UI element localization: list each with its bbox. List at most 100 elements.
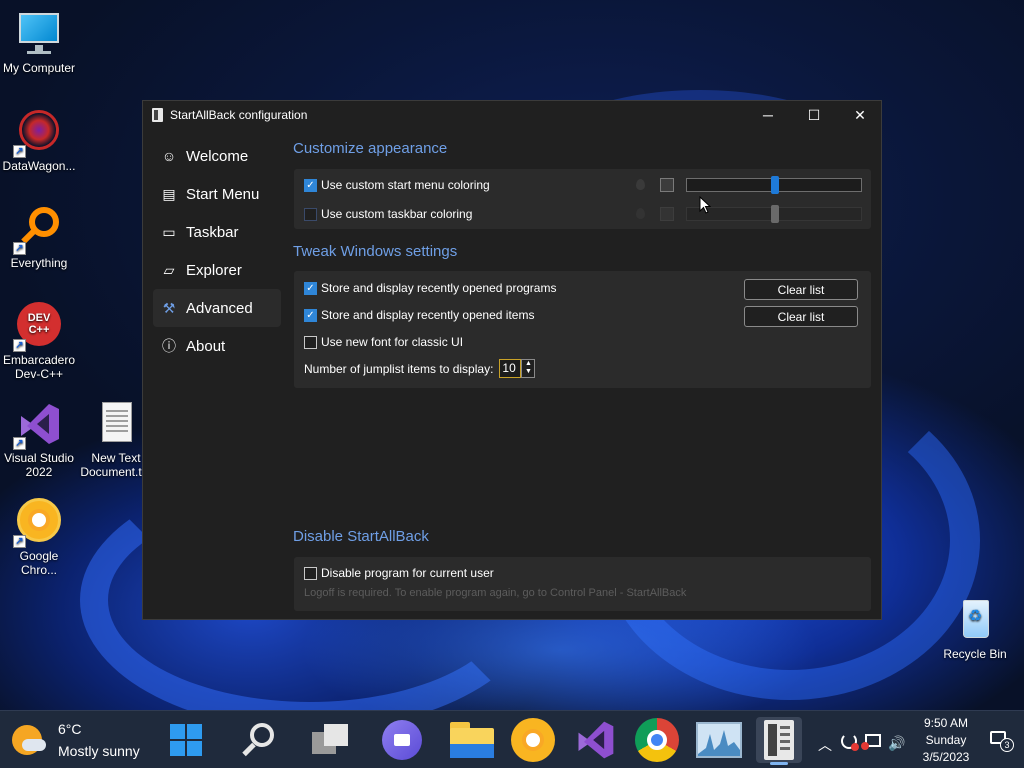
desktop-icon-datawagon[interactable]: ↗ DataWagon... (1, 108, 77, 173)
checkbox-label: Use custom start menu coloring (321, 178, 490, 192)
visual-studio-icon (578, 721, 614, 759)
taskbar-transparency-slider (686, 205, 862, 223)
resource-monitor-taskbar-button[interactable] (696, 717, 742, 763)
shortcut-arrow-icon: ↗ (13, 535, 26, 548)
clear-programs-button[interactable]: Clear list (744, 279, 858, 300)
sidebar-item-advanced[interactable]: ⚒ Advanced (153, 289, 281, 327)
show-hidden-icons-button[interactable]: ︿ (818, 735, 832, 755)
tweak-panel: ✓ Store and display recently opened prog… (294, 271, 871, 388)
start-icon (170, 724, 202, 756)
desktop-icon-my-computer[interactable]: My Computer (1, 10, 77, 75)
startallback-taskbar-button[interactable] (756, 717, 802, 765)
jumplist-spinner[interactable]: ▲ ▼ (521, 359, 536, 378)
recent-items-checkbox[interactable]: ✓ Store and display recently opened item… (304, 308, 534, 322)
clock-time: 9:50 AM (923, 716, 969, 730)
clock-date: 3/5/2023 (922, 750, 970, 764)
close-icon: ✕ (854, 106, 866, 123)
search-button[interactable] (236, 717, 282, 763)
sidebar-item-taskbar[interactable]: ▭ Taskbar (153, 213, 281, 251)
desktop-icon-label: Visual Studio 2022 (4, 451, 74, 479)
disable-hint-text: Logoff is required. To enable program ag… (304, 587, 687, 599)
close-button[interactable]: ✕ (837, 101, 883, 129)
chrome-taskbar-button[interactable] (634, 717, 680, 763)
clock-day: Sunday (925, 733, 967, 747)
sidebar-item-label: Explorer (186, 261, 242, 279)
shortcut-arrow-icon: ↗ (13, 145, 26, 158)
section-title-disable: Disable StartAllBack (293, 528, 429, 545)
desktop-icon-label: Embarcadero Dev-C++ (2, 353, 76, 381)
disable-program-checkbox[interactable]: Disable program for current user (304, 566, 494, 580)
checkbox-label: Use custom taskbar coloring (321, 207, 473, 221)
start-menu-coloring-checkbox[interactable]: ✓ Use custom start menu coloring (304, 178, 490, 192)
checkbox-checked-icon: ✓ (304, 178, 317, 192)
sidebar-item-label: Welcome (186, 147, 249, 165)
clear-items-button[interactable]: Clear list (744, 306, 858, 327)
text-document-icon (92, 400, 140, 448)
sidebar-item-about[interactable]: ⓘ About (153, 327, 281, 365)
sidebar-item-start-menu[interactable]: ▤ Start Menu (153, 175, 281, 213)
sidebar-item-explorer[interactable]: ▱ Explorer (153, 251, 281, 289)
chrome-canary-taskbar-button[interactable] (510, 717, 556, 763)
file-explorer-button[interactable] (449, 717, 495, 763)
search-icon (242, 723, 276, 757)
droplet-icon (636, 208, 645, 219)
chrome-canary-icon (511, 718, 555, 762)
droplet-icon (636, 179, 645, 190)
chat-button[interactable] (379, 717, 425, 763)
sidebar-item-welcome[interactable]: ☺ Welcome (153, 137, 281, 175)
start-menu-transparency-slider[interactable] (686, 176, 862, 194)
visual-studio-taskbar-button[interactable] (572, 717, 618, 763)
desktop-icon-google-chrome-canary[interactable]: ↗ Google Chro... (1, 498, 77, 577)
minimize-button[interactable]: ─ (745, 101, 791, 129)
slider-thumb (771, 205, 779, 223)
sidebar-item-label: Taskbar (186, 223, 239, 241)
spin-up-icon[interactable]: ▲ (522, 360, 534, 368)
spin-down-icon[interactable]: ▼ (522, 368, 534, 376)
appearance-panel: ✓ Use custom start menu coloring Use cus… (294, 169, 871, 229)
notification-center-button[interactable]: 3 (990, 731, 1014, 755)
desktop-icon-recycle-bin[interactable]: ♻ Recycle Bin (937, 596, 1013, 661)
weather-sun-cloud-icon (12, 725, 46, 755)
desktop-icon-devcpp[interactable]: DEV C++ ↗ Embarcadero Dev-C++ (1, 302, 77, 381)
slider-thumb[interactable] (771, 176, 779, 194)
folder-icon: ▱ (163, 261, 175, 278)
taskbar-color-swatch (660, 207, 674, 221)
shortcut-arrow-icon: ↗ (13, 242, 26, 255)
info-icon: ⓘ (162, 338, 176, 354)
title-bar[interactable]: StartAllBack configuration ─ ☐ ✕ (143, 101, 881, 129)
magnifier-orange-icon: ↗ (13, 205, 63, 255)
desktop-icon-label: Recycle Bin (943, 647, 1007, 661)
new-font-checkbox[interactable]: Use new font for classic UI (304, 335, 463, 349)
mouse-cursor-icon (699, 196, 711, 214)
checkbox-unchecked-icon (304, 566, 317, 580)
desktop-icon-label: My Computer (2, 61, 76, 75)
network-icon[interactable] (861, 734, 881, 750)
maximize-button[interactable]: ☐ (791, 101, 837, 129)
desktop-icon-everything[interactable]: ↗ Everything (1, 205, 77, 270)
recent-programs-checkbox[interactable]: ✓ Store and display recently opened prog… (304, 281, 556, 295)
task-view-button[interactable] (307, 717, 353, 763)
sidebar-item-label: Advanced (186, 299, 253, 317)
maximize-icon: ☐ (807, 106, 821, 123)
checkbox-checked-icon: ✓ (304, 308, 317, 322)
active-app-indicator (770, 762, 788, 765)
desktop-icon-label: New Text Document.t... (80, 451, 152, 479)
visual-studio-icon: ↗ (13, 400, 63, 450)
sync-icon[interactable] (841, 733, 859, 751)
volume-icon[interactable]: 🔊 (888, 735, 905, 752)
desktop-icon-label: Everything (10, 256, 68, 270)
checkbox-label: Store and display recently opened items (321, 308, 535, 322)
recycle-bin-icon: ♻ (951, 596, 999, 644)
devcpp-icon: DEV C++ ↗ (13, 302, 63, 352)
startallback-config-window: StartAllBack configuration ─ ☐ ✕ ☺ Welcom… (142, 100, 882, 620)
startallback-app-icon (152, 108, 163, 122)
jumplist-count-input[interactable]: 10 (499, 359, 522, 378)
taskbar-coloring-checkbox[interactable]: Use custom taskbar coloring (304, 207, 472, 221)
weather-widget[interactable]: 6°C Mostly sunny (8, 717, 148, 763)
start-menu-color-swatch[interactable] (660, 178, 674, 192)
start-button[interactable] (163, 717, 209, 763)
chevron-up-icon: ︿ (818, 737, 832, 753)
desktop-icon-visual-studio[interactable]: ↗ Visual Studio 2022 (1, 400, 77, 479)
clock[interactable]: 9:50 AM Sunday 3/5/2023 (915, 715, 977, 766)
jumplist-row: Number of jumplist items to display: 10 … (304, 359, 536, 378)
